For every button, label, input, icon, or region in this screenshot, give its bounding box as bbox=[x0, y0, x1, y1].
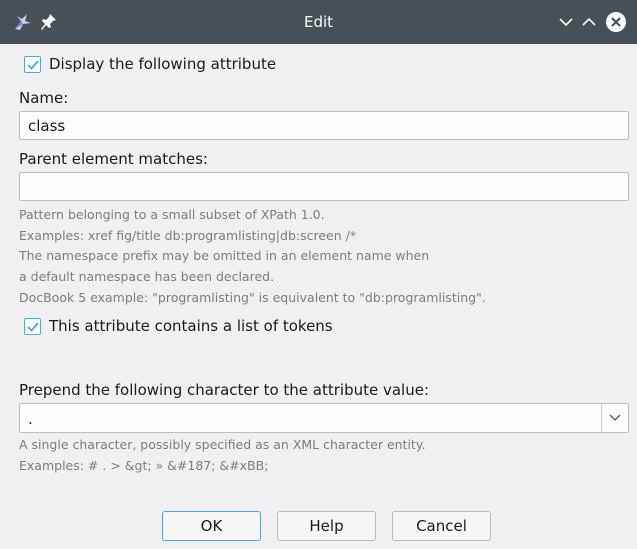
tokens-label: This attribute contains a list of tokens bbox=[49, 317, 333, 335]
hint-line: The namespace prefix may be omitted in a… bbox=[19, 248, 430, 264]
display-attribute-label: Display the following attribute bbox=[49, 55, 277, 73]
parent-element-field[interactable] bbox=[19, 172, 629, 201]
parent-element-label: Parent element matches: bbox=[19, 150, 208, 168]
combo-separator bbox=[601, 404, 602, 432]
tokens-row[interactable]: This attribute contains a list of tokens bbox=[24, 316, 333, 336]
name-field[interactable] bbox=[19, 111, 629, 140]
checkmark-icon bbox=[27, 321, 39, 332]
display-attribute-row[interactable]: Display the following attribute bbox=[24, 54, 276, 74]
prepend-combobox[interactable]: . bbox=[19, 403, 629, 433]
prepend-value: . bbox=[28, 410, 33, 428]
hint-line: DocBook 5 example: "programlisting" is e… bbox=[19, 289, 486, 305]
hint-line: a default namespace has been declared. bbox=[19, 269, 275, 285]
hint-line: A single character, possibly specified a… bbox=[19, 437, 426, 452]
window-title: Edit bbox=[303, 13, 334, 31]
checkmark-icon bbox=[27, 59, 39, 70]
parent-element-hint: Pattern belonging to a small subset of X… bbox=[19, 205, 486, 309]
name-label: Name: bbox=[19, 89, 69, 107]
hint-line: Pattern belonging to a small subset of X… bbox=[19, 207, 325, 222]
hint-line: Examples: xref fig/title db:programlisti… bbox=[19, 227, 357, 243]
display-attribute-checkbox[interactable] bbox=[24, 55, 41, 73]
dialog-content: Display the following attribute Name: Pa… bbox=[0, 44, 637, 549]
tokens-checkbox[interactable] bbox=[24, 317, 41, 335]
hint-line: Examples: # . > &gt; » &#187; &#xBB; bbox=[19, 457, 269, 473]
prepend-label: Prepend the following character to the a… bbox=[19, 381, 430, 399]
cancel-button[interactable]: Cancel bbox=[392, 511, 491, 541]
title-bar: Edit bbox=[0, 0, 637, 44]
prepend-hint: A single character, possibly specified a… bbox=[19, 435, 425, 476]
minimize-icon[interactable] bbox=[555, 11, 577, 33]
ok-button[interactable]: OK bbox=[162, 511, 261, 541]
help-button[interactable]: Help bbox=[277, 511, 376, 541]
close-icon[interactable] bbox=[605, 11, 627, 33]
maximize-icon[interactable] bbox=[578, 11, 600, 33]
chevron-down-icon[interactable] bbox=[608, 413, 622, 423]
